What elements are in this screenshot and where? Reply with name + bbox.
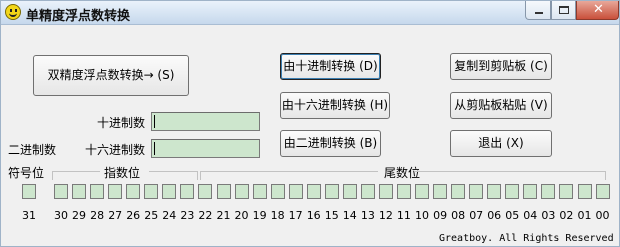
bit-04-checkbox[interactable] (523, 184, 538, 199)
mantissa-group-tick-right (605, 171, 606, 180)
bit-07-checkbox[interactable] (469, 184, 484, 199)
close-icon: ✕ (593, 2, 604, 17)
convert-from-hex-button[interactable]: 由十六进制转换 (H) (280, 92, 390, 119)
bit-08-checkbox[interactable] (451, 184, 466, 199)
copyright-footer: Greatboy. All Rights Reserved (439, 233, 614, 244)
bit-23-checkbox[interactable] (180, 184, 195, 199)
bit-13-checkbox[interactable] (360, 184, 375, 199)
bit-22-checkbox[interactable] (198, 184, 213, 199)
minimize-button[interactable] (525, 1, 551, 20)
minimize-icon (535, 12, 543, 14)
title-bar[interactable]: 单精度浮点数转换 ✕ (1, 1, 619, 25)
bit-21-checkbox[interactable] (216, 184, 231, 199)
bit-02-checkbox[interactable] (559, 184, 574, 199)
bit-31-checkbox[interactable] (22, 184, 36, 199)
exponent-group-tick-left (52, 171, 53, 180)
mantissa-bits-label: 尾数位 (384, 166, 421, 180)
window-title: 单精度浮点数转换 (26, 9, 131, 24)
bit-17-checkbox[interactable] (288, 184, 303, 199)
close-button[interactable]: ✕ (576, 1, 619, 20)
copy-to-clipboard-button[interactable]: 复制到剪贴板 (C) (450, 53, 552, 80)
hex-label: 十六进制数 (85, 143, 146, 157)
bit-00-number: 00 (595, 209, 610, 222)
hex-input[interactable] (151, 139, 260, 158)
binary-label: 二进制数 (8, 143, 57, 157)
decimal-input[interactable] (151, 112, 260, 131)
exponent-group-line-right (149, 171, 197, 172)
bit-16-checkbox[interactable] (306, 184, 321, 199)
bit-00-checkbox[interactable] (595, 184, 610, 199)
main-window: 单精度浮点数转换 ✕ 双精度浮点数转换→ (S) 由十进制转换 (D) 由十六进… (0, 0, 620, 247)
bit-28-checkbox[interactable] (90, 184, 105, 199)
decimal-label: 十进制数 (97, 116, 146, 130)
exponent-group-tick-right (197, 171, 198, 180)
bit-27-checkbox[interactable] (108, 184, 123, 199)
bit-11-checkbox[interactable] (396, 184, 411, 199)
convert-from-decimal-button[interactable]: 由十进制转换 (D) (280, 53, 381, 80)
smiley-face-icon (5, 4, 21, 20)
bit-26-checkbox[interactable] (126, 184, 141, 199)
exit-button[interactable]: 退出 (X) (450, 130, 552, 157)
maximize-button[interactable] (551, 1, 576, 20)
bit-18-checkbox[interactable] (270, 184, 285, 199)
exponent-group-line-left (52, 171, 100, 172)
paste-from-clipboard-button[interactable]: 从剪贴板粘贴 (V) (450, 92, 552, 119)
bit-01-checkbox[interactable] (577, 184, 592, 199)
bit-06-checkbox[interactable] (487, 184, 502, 199)
double-precision-convert-button[interactable]: 双精度浮点数转换→ (S) (33, 55, 189, 96)
bit-31-number: 31 (22, 209, 36, 222)
bit-30-checkbox[interactable] (54, 184, 68, 199)
bit-03-checkbox[interactable] (541, 184, 556, 199)
bit-29-checkbox[interactable] (72, 184, 86, 199)
bit-20-checkbox[interactable] (234, 184, 249, 199)
bit-19-checkbox[interactable] (252, 184, 267, 199)
bit-10-checkbox[interactable] (415, 184, 429, 199)
maximize-icon (559, 6, 569, 14)
bit-05-checkbox[interactable] (505, 184, 520, 199)
bit-24-checkbox[interactable] (162, 184, 177, 199)
bit-14-checkbox[interactable] (342, 184, 357, 199)
mantissa-group-tick-left (200, 171, 201, 180)
exponent-bits-label: 指数位 (104, 166, 141, 180)
bit-15-checkbox[interactable] (324, 184, 339, 199)
sign-bit-label: 符号位 (8, 166, 45, 180)
bit-25-checkbox[interactable] (144, 184, 159, 199)
bit-09-checkbox[interactable] (433, 184, 448, 199)
mantissa-group-line-left (200, 171, 378, 172)
bit-12-checkbox[interactable] (378, 184, 393, 199)
convert-from-binary-button[interactable]: 由二进制转换 (B) (280, 130, 381, 157)
mantissa-group-line-right (415, 171, 606, 172)
